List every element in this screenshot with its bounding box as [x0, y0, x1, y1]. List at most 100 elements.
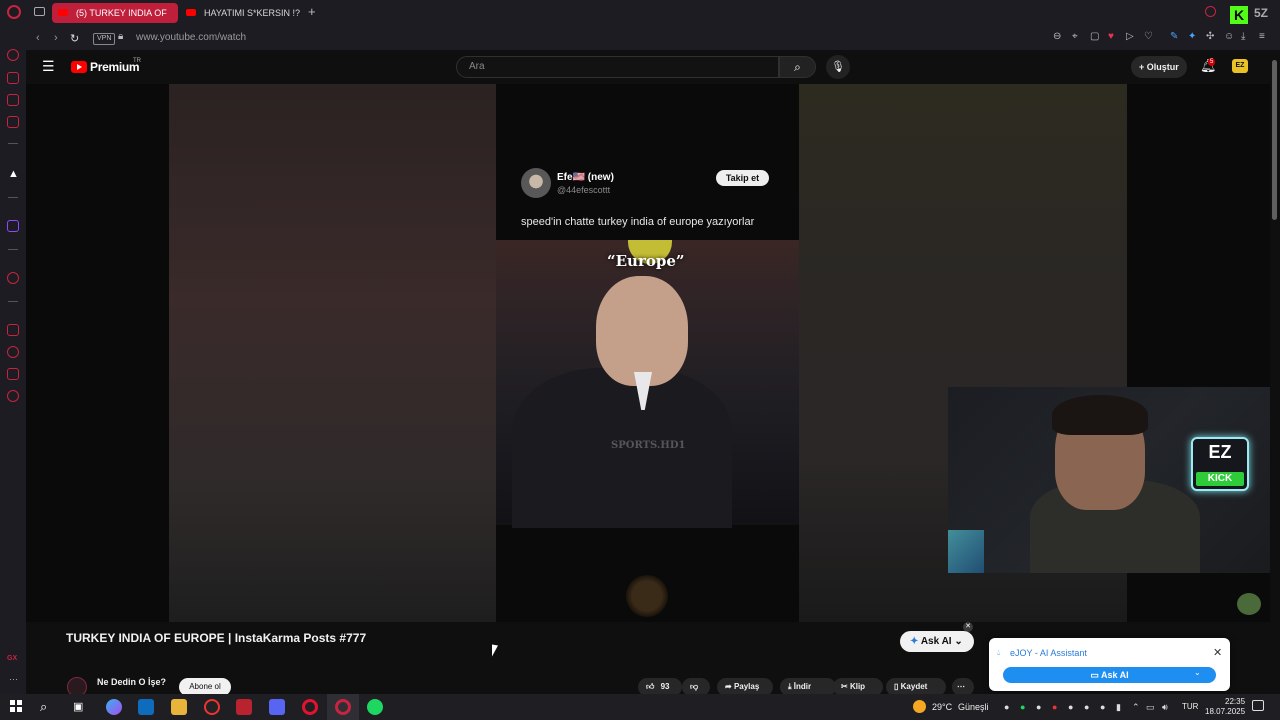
tray-discord-icon[interactable]: ● [1004, 702, 1009, 712]
notification-center-icon[interactable] [1252, 700, 1264, 711]
copilot-icon[interactable] [106, 699, 122, 715]
pin-icon[interactable]: ⌖ [1072, 31, 1078, 42]
channel-watermark-logo [626, 575, 668, 617]
ez-kick-neon-logo: EZ KICK [1191, 437, 1249, 491]
forward-icon[interactable]: › [54, 32, 58, 44]
create-button[interactable]: + Oluştur [1131, 56, 1187, 78]
game-app-icon[interactable] [236, 699, 252, 715]
tray-app-icon[interactable]: ● [1068, 702, 1073, 712]
microphone-icon[interactable]: ▮ [1116, 702, 1121, 713]
kick-icon[interactable]: K [1230, 6, 1248, 24]
sidebar-settings-icon[interactable] [7, 390, 19, 402]
download-label: İndir [793, 682, 812, 691]
vpn-badge[interactable]: VPN [93, 33, 116, 45]
sun-icon[interactable] [913, 700, 926, 713]
chevron-down-icon[interactable]: ⌄ [1194, 668, 1201, 677]
lock-icon[interactable]: 🔒︎ [118, 31, 123, 42]
ejoy-ask-ai-button[interactable]: ▭ Ask AI [1003, 667, 1216, 683]
search-button[interactable]: ⌕ [779, 56, 816, 78]
sidebar-refresh-icon[interactable] [7, 49, 19, 61]
ask-ai-button[interactable]: ✦ Ask AI ⌄ [900, 631, 974, 652]
extension-icon[interactable]: ✦ [1188, 31, 1196, 42]
video-blur-background-left [169, 84, 496, 622]
opera-logo-icon[interactable] [7, 5, 21, 19]
back-icon[interactable]: ‹ [36, 32, 40, 44]
file-explorer-icon[interactable] [171, 699, 187, 715]
cam-person-hair [1052, 395, 1148, 435]
discord-icon[interactable] [269, 699, 285, 715]
tab-workspace-icon[interactable] [34, 7, 45, 16]
tab-inactive[interactable]: HAYATIMI S*KERSIN !? | [180, 3, 302, 23]
tray-spotify-icon[interactable]: ● [1020, 702, 1025, 712]
sidebar-bag-icon[interactable] [7, 72, 19, 84]
sidebar-extensions-icon[interactable] [7, 368, 19, 380]
search-input[interactable]: Ara [456, 56, 779, 78]
opera-icon[interactable] [302, 699, 318, 715]
network-icon[interactable]: ▭ [1146, 702, 1155, 713]
microphone-button[interactable]: 🎙︎ [826, 55, 850, 79]
youtube-favicon-icon [186, 9, 196, 16]
weather-temperature[interactable]: 29°C [932, 702, 952, 712]
sidebar-divider [8, 197, 18, 198]
system-clock[interactable]: 22:35 18.07.2025 [1205, 697, 1245, 717]
puzzle-icon[interactable]: ✣ [1206, 31, 1214, 42]
tray-app-icon[interactable]: ● [1052, 702, 1057, 712]
sidebar-player-icon[interactable] [7, 272, 19, 284]
sparkle-icon: ✦ [910, 636, 919, 647]
youtube-brand[interactable]: Premium [90, 60, 140, 74]
hamburger-menu-icon[interactable]: ☰ [42, 58, 55, 75]
clock-date: 18.07.2025 [1205, 707, 1246, 716]
tray-app-icon[interactable]: ● [1084, 702, 1089, 712]
new-tab-button[interactable]: + [308, 4, 316, 19]
search-icon[interactable]: ⌕ [40, 699, 47, 715]
video-title: TURKEY INDIA OF EUROPE | InstaKarma Post… [66, 631, 367, 645]
sidebar-twitch-icon[interactable] [7, 220, 19, 232]
download-icon[interactable]: ⤓ [1241, 31, 1245, 42]
zoom-icon[interactable]: ⊖ [1053, 31, 1061, 42]
profile-icon[interactable]: ☺ [1224, 31, 1234, 42]
share-label: Paylaş [733, 682, 760, 691]
pocket-icon[interactable]: ♥ [1108, 31, 1114, 42]
outlook-icon[interactable] [138, 699, 154, 715]
youtube-logo-icon[interactable] [71, 61, 87, 73]
tweet-avatar [521, 168, 551, 198]
app-icon[interactable] [204, 699, 220, 715]
search-tabs-icon[interactable] [1205, 6, 1216, 17]
extension-icon[interactable]: 5Z [1254, 6, 1268, 20]
ejoy-title: eJOY - AI Assistant [1010, 648, 1087, 658]
reload-icon[interactable]: ↻ [70, 32, 79, 45]
tweet-text: speed'in chatte turkey india of europe y… [521, 216, 755, 228]
language-indicator[interactable]: TUR [1182, 702, 1198, 711]
sidebar-gmail-icon[interactable] [7, 116, 19, 128]
channel-name[interactable]: Ne Dedin O İşe? [97, 677, 166, 687]
sidebar-more-icon[interactable]: ⋯ [9, 674, 18, 685]
tray-app-icon[interactable]: ● [1100, 702, 1105, 712]
tab-label: (5) TURKEY INDIA OF [76, 8, 167, 18]
cam-corner-logo [1237, 593, 1261, 615]
sidebar-messenger-icon[interactable] [7, 94, 19, 106]
sidebar-bookmark-icon[interactable] [7, 324, 19, 336]
tab-active[interactable]: (5) TURKEY INDIA OF [52, 3, 178, 23]
sidebar-gx-icon[interactable]: GX [7, 655, 17, 662]
spotify-icon[interactable] [367, 699, 383, 715]
volume-icon[interactable]: 🔊︎ [1162, 702, 1168, 713]
tray-overflow-icon[interactable]: ⌃ [1132, 702, 1140, 713]
scrollbar-thumb[interactable] [1272, 60, 1277, 220]
opera-gx-icon[interactable] [335, 699, 351, 715]
translate-icon[interactable]: ✎ [1170, 31, 1178, 42]
menu-icon[interactable]: ≡ [1259, 31, 1265, 42]
tray-app-icon[interactable]: ● [1036, 702, 1041, 712]
sidebar-history-icon[interactable] [7, 346, 19, 358]
heart-icon[interactable]: ♡ [1144, 31, 1153, 42]
close-icon[interactable]: ✕ [1213, 646, 1222, 659]
weather-condition[interactable]: Güneşli [958, 702, 989, 712]
account-avatar[interactable]: EZ [1232, 59, 1248, 73]
windows-start-icon[interactable] [10, 700, 22, 712]
play-icon[interactable]: ▷ [1126, 31, 1134, 42]
snapshot-icon[interactable]: ▢ [1090, 31, 1099, 42]
sidebar-aria-icon[interactable]: ▲ [8, 168, 19, 180]
url-field[interactable]: www.youtube.com/watch [136, 32, 246, 43]
chevron-down-icon: ⌄ [954, 636, 963, 647]
scissors-icon: ✂ [841, 682, 848, 691]
task-view-icon[interactable]: ▣ [73, 700, 83, 713]
